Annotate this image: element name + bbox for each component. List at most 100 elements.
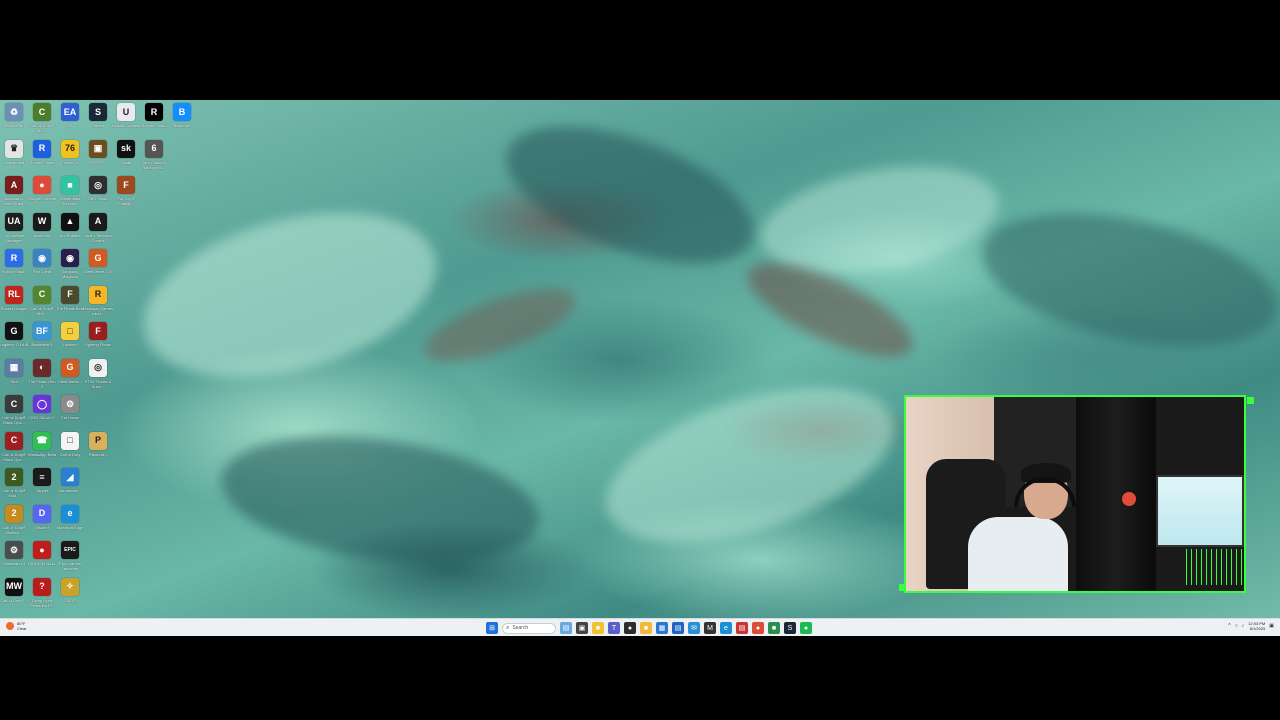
desktop-icon[interactable]: □ Call of Duty	[56, 431, 84, 466]
desktop-icon-label: Rockstar Games Laun...	[83, 305, 113, 316]
wifi-icon[interactable]: ○	[1235, 623, 1238, 629]
taskbar-widgets-icon[interactable]: ▤	[560, 622, 572, 634]
desktop-wallpaper[interactable]: ♻ Recycle Bin C Call of Duty® MW... EA EA S Ste…	[0, 100, 1280, 618]
desktop-icon[interactable]: 2 Call of Duty® Mod...	[0, 468, 28, 502]
taskbar-teams-icon[interactable]: T	[608, 622, 620, 634]
desktop-icon[interactable]: EA EA	[56, 103, 84, 137]
desktop-icon[interactable]: ■ Streamlabs Desktop	[56, 176, 84, 210]
clock[interactable]: 12:03 PM 8/1/2025	[1248, 621, 1265, 631]
desktop-icon[interactable]: G SteelSeries...	[56, 358, 84, 393]
taskbar-steam-icon[interactable]: S	[784, 622, 796, 634]
desktop-icon[interactable]: e Microsoft Edge	[56, 504, 84, 539]
desktop-icon[interactable]: A Audio-Technica Control	[84, 212, 112, 247]
taskbar-app-red-icon[interactable]: ▤	[736, 622, 748, 634]
desktop-icon[interactable]: ◐ The Finals Gen 2	[28, 358, 56, 393]
desktop-icon[interactable]: ▲ Arc Raiders	[56, 212, 84, 247]
app-icon: 2	[5, 504, 23, 523]
taskbar-mail-icon[interactable]: ✉	[688, 622, 700, 634]
desktop-icon[interactable]: R Rockstar Games Laun...	[83, 285, 113, 320]
tray-overflow-chevron-icon[interactable]: ^	[1228, 623, 1230, 629]
desktop-icon[interactable]: ♛ Undisputed	[0, 139, 28, 174]
desktop-icon[interactable]: C Call of Duty® MW...	[28, 103, 56, 137]
taskbar-calendar-icon[interactable]: ▤	[672, 622, 684, 634]
volume-icon[interactable]: ♪	[1242, 623, 1245, 629]
desktop-icon[interactable]: sk Skate	[112, 139, 140, 174]
desktop-icon-label: Logitech G HUB	[0, 342, 29, 347]
desktop-icon[interactable]: C Call of Duty® MW...	[28, 285, 56, 320]
desktop-icon[interactable]: ≡ Clipper	[28, 468, 56, 502]
search-placeholder: Search	[512, 625, 529, 631]
desktop-icon[interactable]: □ Untitled	[56, 322, 84, 356]
taskbar-edge-icon[interactable]: e	[720, 622, 732, 634]
desktop-icon[interactable]: C Call of Duty® Black Ops...	[0, 395, 28, 429]
taskbar-start-icon[interactable]: ⊞	[486, 622, 498, 634]
app-icon: ◎	[89, 358, 107, 377]
desktop-icon[interactable]: ⚙ Fat Horse	[56, 395, 84, 429]
taskbar-app-icon[interactable]: ●	[624, 622, 636, 634]
desktop-icon[interactable]: D Discord	[28, 504, 56, 539]
desktop-icon[interactable]: ◯ ODD SALAXY	[28, 395, 56, 429]
taskbar-task-view-icon[interactable]: ▣	[576, 622, 588, 634]
app-icon: S	[89, 103, 107, 121]
desktop-icon[interactable]: ◎ OBS Studio	[84, 176, 112, 210]
desktop-icon[interactable]: F Far Cry 5 Fatality...	[112, 176, 140, 210]
desktop-icon-label: Call of Duty® Black Ops...	[2, 451, 26, 462]
desktop-icon-label: CS:GO	[63, 597, 77, 603]
app-icon: ◐	[33, 358, 51, 377]
desktop-icon[interactable]: F The Finals Beta	[56, 285, 84, 320]
desktop-icon[interactable]: R Roblox Studio	[0, 249, 28, 283]
taskbar-file-explorer-icon[interactable]: ■	[592, 622, 604, 634]
desktop-icon-label: Call of Duty® Modern...	[2, 524, 26, 535]
taskbar-media-icon[interactable]: M	[704, 622, 716, 634]
desktop-icon[interactable]: B Battle.net	[168, 103, 196, 137]
desktop-icon[interactable]: MW Call of Duty®...	[0, 577, 28, 612]
desktop-icon[interactable]: EPIC Epic Games Launcher	[56, 541, 84, 575]
weather-widget[interactable]: 80°F Clear	[6, 621, 27, 631]
desktop-icon[interactable]: ▦ Sea	[0, 358, 28, 393]
desktop-icon[interactable]: U Ubisoft Connect	[112, 103, 140, 137]
desktop-icon-label: Palworld...	[88, 451, 108, 457]
desktop-icon[interactable]: ◎ ETS2 Trucks & Such...	[84, 358, 112, 393]
taskbar-terminal-icon[interactable]: ■	[768, 622, 780, 634]
desktop-icon[interactable]: R Roblox Player	[28, 139, 56, 174]
desktop-icon[interactable]: A Assassin's Creed Shad...	[0, 176, 28, 210]
desktop-icon[interactable]: 2 Call of Duty® Modern...	[0, 504, 28, 539]
desktop-icon-label: Streamlabs Desktop	[59, 196, 81, 206]
desktop-icon[interactable]: ? Dying Light Reloaded E...	[28, 577, 56, 612]
desktop-icon[interactable]: ☎ WhatsApp Beta	[28, 431, 56, 466]
app-icon: UA	[5, 212, 23, 231]
desktop-icon[interactable]: ▣ R.E.P.O.	[84, 139, 112, 174]
desktop-icon[interactable]: UA UA License Manager	[0, 212, 28, 247]
desktop-icon[interactable]: ◢ Kamakoshi...	[56, 468, 84, 502]
desktop-icon[interactable]: ✧ CS:GO	[56, 577, 84, 612]
desktop-icon-label: SteelSeries GG	[84, 269, 112, 274]
desktop-icon[interactable]: S Steam	[84, 103, 112, 137]
desktop-icon[interactable]: W Wave Link	[28, 212, 56, 247]
desktop-icon[interactable]: ● DRAGON BALL S...	[28, 541, 56, 575]
taskbar-explorer-icon[interactable]: ■	[640, 622, 652, 634]
taskbar-chrome-icon[interactable]: ●	[752, 622, 764, 634]
desktop-icon[interactable]: 76 Fallout 76	[56, 139, 84, 174]
taskbar-search-box[interactable]: ⌕ Search	[502, 622, 556, 634]
desktop-icon[interactable]: ◉ Samsung Magician	[56, 249, 84, 283]
desktop-icon[interactable]: F Fighting Flicker	[84, 322, 112, 356]
desktop-icon-label: Samsung Magician	[61, 269, 79, 279]
desktop-icon[interactable]: ⚙ Wasteland 3	[0, 541, 28, 575]
desktop-icon[interactable]: BF Battlefield 6	[28, 322, 56, 356]
taskbar-store-icon[interactable]: ▦	[656, 622, 668, 634]
desktop-icon[interactable]: RL Rocket League	[0, 285, 28, 320]
desktop-icon[interactable]: C Call of Duty® Black Ops...	[0, 431, 28, 466]
desktop-icon[interactable]: 6 Tom Clancy's Rainbow Si...	[140, 139, 168, 174]
app-icon: ≡	[33, 468, 51, 486]
desktop-icon[interactable]: G SteelSeries GG	[84, 249, 112, 283]
desktop-icon[interactable]: R Roblox Studio	[140, 103, 168, 137]
desktop-icon[interactable]: G Logitech G HUB	[0, 322, 28, 356]
desktop-icon[interactable]: ● Google Chrome	[28, 176, 56, 210]
desktop-icon[interactable]: ◉ Riot Client	[28, 249, 56, 283]
desktop-icon[interactable]: P Palworld...	[84, 431, 112, 466]
taskbar-spotify-icon[interactable]: ●	[800, 622, 812, 634]
desktop-icon-label: Riot Client	[32, 269, 52, 274]
notification-icon[interactable]: ▣	[1269, 623, 1274, 629]
app-icon: □	[61, 431, 79, 450]
desktop-icon[interactable]: ♻ Recycle Bin	[0, 103, 28, 137]
